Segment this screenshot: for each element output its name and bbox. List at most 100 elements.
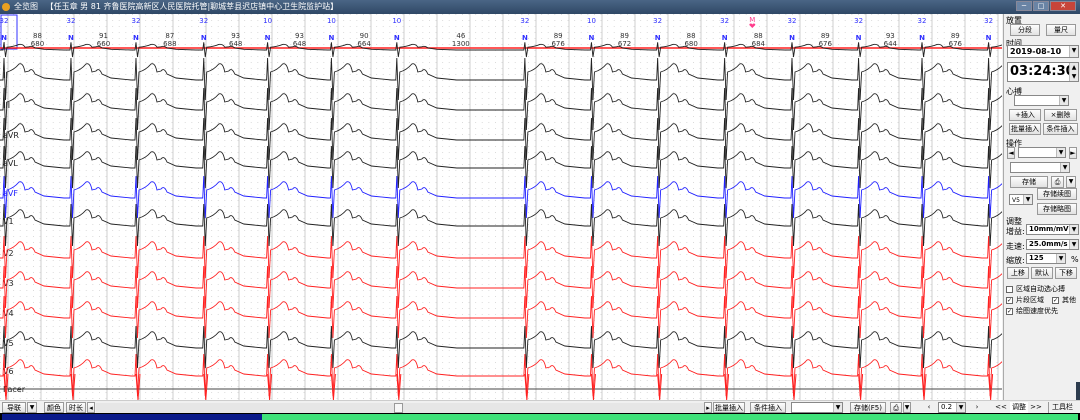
save-thumbnail-button[interactable]: 存储略图 (1037, 203, 1077, 215)
ecg-canvas[interactable]: 32N32N8868032N9166032N8768810N9364810N93… (0, 14, 1040, 401)
close-button[interactable]: ✕ (1050, 1, 1076, 11)
draw-speed-priority-checkbox[interactable]: ✓ 绘图速度优先 (1006, 306, 1058, 316)
step-next-button[interactable]: › (972, 402, 982, 413)
auto-select-beat-checkbox[interactable]: 区域自动选心搏 (1006, 284, 1065, 294)
time-scrollbar[interactable] (96, 403, 704, 413)
checkbox-checked-icon[interactable]: ✓ (1006, 307, 1013, 315)
beat-type-label: N (133, 34, 139, 42)
lead-select[interactable]: V5 ▼ (1009, 194, 1033, 205)
step-prev-button[interactable]: ‹ (924, 402, 934, 413)
zoom-select[interactable]: 125 ▼ (1026, 253, 1066, 264)
batch-insert-button[interactable]: 批量插入 (713, 402, 745, 413)
tab-next-button[interactable]: >> (1030, 402, 1042, 413)
minimize-button[interactable]: ─ (1016, 1, 1032, 11)
beat-template-label: 10 (327, 17, 336, 25)
chevron-down-icon[interactable]: ▼ (1069, 240, 1078, 249)
heart-rate-label: 89 (554, 32, 563, 40)
other-checkbox[interactable]: ✓ 其他 (1052, 295, 1076, 305)
color-button[interactable]: 颜色 (44, 402, 64, 413)
tab-prev-button[interactable]: << (995, 402, 1007, 413)
checkbox-icon[interactable] (1006, 285, 1013, 293)
checkbox-checked-icon[interactable]: ✓ (1052, 296, 1059, 304)
status-progress-dark (2, 414, 262, 420)
patient-info: 【任玉章 男 81 齐鲁医院高新区人民医院托管|聊城莘县迟店镇中心卫生院监护站】 (45, 2, 339, 11)
chevron-down-icon[interactable]: ▼ (1069, 225, 1078, 234)
segment-area-checkbox[interactable]: ✓ 片段区域 (1006, 295, 1044, 305)
chevron-down-icon[interactable]: ▼ (1023, 195, 1032, 204)
scrollbar-thumb[interactable] (394, 403, 403, 413)
beat-type-label: N (394, 34, 400, 42)
leads-button[interactable]: 导联 (2, 402, 26, 413)
ecg-display[interactable]: 32 N 32 N 88 680 32 N 91 660 32 N 87 688 10 N 93 648 10 N 93… (0, 14, 1040, 401)
batch-insert-button[interactable]: 批量插入 (1009, 123, 1041, 135)
beat-select[interactable]: ▼ (1014, 95, 1069, 106)
heart-rate-label: 46 (456, 32, 465, 40)
step-select[interactable]: 0.2 ▼ (938, 402, 966, 413)
chevron-down-icon[interactable]: ▼ (956, 403, 965, 412)
chevron-down-icon[interactable]: ▼ (1059, 96, 1068, 105)
tab-toolbar[interactable]: 工具栏 (1048, 402, 1076, 413)
print-dropdown-button[interactable]: ▼ (903, 402, 911, 413)
beat-template-label: 32 (132, 17, 141, 25)
operation-select[interactable]: ▼ (1018, 147, 1066, 158)
print-icon[interactable]: ⎙ (890, 402, 902, 413)
move-down-button[interactable]: 下移 (1055, 267, 1077, 279)
move-up-button[interactable]: 上移 (1007, 267, 1029, 279)
duration-button[interactable]: 时长 (66, 402, 86, 413)
leads-dropdown-button[interactable]: ▼ (27, 402, 37, 413)
spin-arrows-icon[interactable]: ▲ ▼ (1069, 63, 1078, 81)
gain-select[interactable]: 10mm/mV ▼ (1026, 224, 1079, 235)
time-spinner[interactable]: 03:24:30 ▲ ▼ (1007, 62, 1079, 82)
rr-interval-label: 644 (884, 40, 898, 48)
ruler-button[interactable]: 量尺 (1046, 24, 1076, 36)
delete-button[interactable]: ×删除 (1044, 109, 1077, 121)
beat-type-label: N (789, 34, 795, 42)
beat-type-label: N (522, 34, 528, 42)
prev-arrow-button[interactable]: ◄ (1007, 147, 1015, 159)
checkbox-checked-icon[interactable]: ✓ (1006, 296, 1013, 304)
operation-select-2[interactable]: ▼ (1010, 162, 1070, 173)
maximize-button[interactable]: □ (1033, 1, 1049, 11)
step-value: 0.2 (941, 403, 953, 411)
heart-rate-label: 89 (951, 32, 960, 40)
rr-interval-label: 648 (293, 40, 306, 48)
insert-button[interactable]: +插入 (1009, 109, 1041, 121)
scroll-left-button[interactable]: ◂ (87, 402, 95, 413)
rr-interval-label: 648 (229, 40, 242, 48)
beat-type-label: N (68, 34, 74, 42)
panel-scrollbar[interactable] (1076, 382, 1080, 400)
heart-rate-label: 93 (886, 32, 895, 40)
window-title: 全览图 (14, 2, 38, 11)
beat-template-label: 32 (520, 17, 529, 25)
beat-template-label: 32 (653, 17, 662, 25)
save-f5-button[interactable]: 存储(F5) (850, 402, 886, 413)
beat-type-label: N (919, 34, 925, 42)
checkbox-label: 片段区域 (1016, 296, 1044, 304)
chevron-down-icon[interactable]: ▼ (1060, 163, 1069, 172)
conditional-insert-button[interactable]: 条件插入 (1043, 123, 1078, 135)
chevron-down-icon[interactable]: ▼ (1056, 254, 1065, 263)
beat-template-label: 32 (918, 17, 927, 25)
beat-type-label: N (856, 34, 862, 42)
save-continuous-button[interactable]: 存储续图 (1037, 188, 1077, 200)
heart-rate-label: 88 (33, 32, 42, 40)
print-dropdown-button[interactable]: ▼ (1066, 176, 1076, 188)
save-button[interactable]: 存储 (1010, 176, 1048, 188)
segment-button[interactable]: 分段 (1010, 24, 1040, 36)
chevron-down-icon[interactable]: ▼ (1069, 46, 1078, 57)
toolbar-select[interactable]: ▼ (791, 402, 843, 413)
scroll-right-button[interactable]: ▸ (704, 402, 712, 413)
event-marker-label: M (749, 16, 755, 24)
lead-label-avr: aVR (3, 131, 19, 140)
chevron-down-icon[interactable]: ▼ (833, 403, 842, 412)
conditional-insert-button[interactable]: 条件插入 (750, 402, 786, 413)
next-arrow-button[interactable]: ► (1069, 147, 1077, 159)
default-button[interactable]: 默认 (1031, 267, 1053, 279)
speed-select[interactable]: 25.0mm/s ▼ (1026, 239, 1079, 250)
beat-type-label: N (655, 34, 661, 42)
tab-adjust[interactable]: 调整 (1010, 402, 1028, 413)
chevron-down-icon[interactable]: ▼ (1056, 148, 1065, 157)
print-icon[interactable]: ⎙ (1051, 176, 1064, 188)
lead-label-avf: aVF (3, 189, 18, 198)
date-select[interactable]: 2019-08-10 ▼ (1007, 45, 1079, 58)
